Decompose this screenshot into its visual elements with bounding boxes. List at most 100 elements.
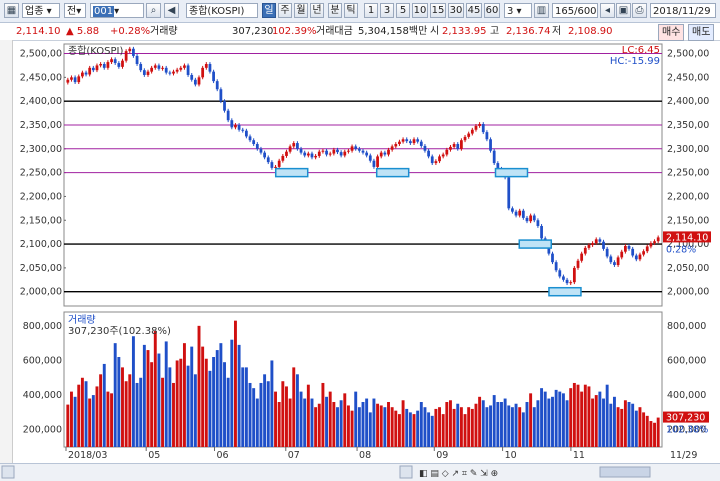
candle-body — [562, 276, 565, 280]
support-box-marker — [375, 167, 410, 178]
candle-body — [620, 251, 624, 258]
candle-body — [317, 151, 321, 156]
candle-body — [456, 144, 460, 149]
candle-body — [135, 55, 139, 65]
scroll-left-button[interactable] — [1, 465, 15, 479]
print-icon[interactable]: ⎙ — [632, 3, 647, 18]
multiplier-10-button[interactable]: 10 — [412, 3, 428, 18]
candle-body — [219, 89, 223, 102]
speaker-icon[interactable]: ◀ — [164, 3, 179, 18]
period-tick-button[interactable]: 틱 — [344, 3, 358, 18]
candle-body — [299, 148, 303, 153]
volume-bar — [631, 403, 635, 447]
candle-body — [565, 279, 569, 284]
candle-body — [146, 71, 150, 75]
multiplier-select-value: 3 — [507, 6, 514, 17]
low-value: 2,108.90 — [568, 26, 613, 37]
x-tick-label: 06 — [217, 450, 229, 461]
candle-body — [215, 81, 219, 90]
volume-bar — [503, 398, 507, 447]
volume-bar — [492, 395, 496, 447]
candle-body — [277, 160, 281, 167]
chart-area[interactable]: 2,500,00 2,500,00 2,450,00 2,450,00 2,400,00… — [0, 40, 720, 465]
volume-bar — [299, 391, 303, 447]
scroll-right-button[interactable] — [399, 465, 413, 479]
period-day-button[interactable]: 일 — [262, 3, 276, 18]
volume-bar — [110, 393, 114, 447]
price-tick-label-right: 2,350,00 — [667, 120, 709, 131]
candle-body — [270, 162, 274, 168]
type-select[interactable]: 업종 ▾ — [22, 3, 60, 18]
volume-bar — [623, 400, 627, 447]
volume-bar — [514, 403, 518, 447]
volume-bar — [241, 367, 245, 447]
volume-bar — [80, 377, 84, 447]
volume-bar — [518, 407, 522, 447]
chart-type-icon[interactable]: ▥ — [534, 3, 549, 18]
volume-bar — [547, 398, 551, 447]
price-tick-label-right: 2,400,00 — [667, 96, 709, 107]
multiplier-30-button[interactable]: 30 — [448, 3, 464, 18]
price-tick-label-left: 2,000,00 — [20, 287, 62, 298]
grid-icon[interactable]: ▦ — [4, 3, 19, 18]
volume-bar — [532, 407, 536, 447]
candle-body — [587, 245, 591, 248]
candle-body — [332, 149, 336, 154]
price-tick-label-left: 2,300,00 — [20, 144, 62, 155]
low-label: 저 — [552, 26, 562, 37]
save-icon[interactable]: ▣ — [616, 3, 631, 18]
price-tick-label-right: 2,500,00 — [667, 49, 709, 60]
candle-body — [532, 215, 536, 221]
prev-icon[interactable]: ◂ — [600, 3, 615, 18]
volume-bar — [190, 346, 194, 447]
candle-body — [201, 67, 205, 78]
volume-bar — [456, 403, 460, 447]
candle-body — [376, 156, 379, 167]
period-minute-button[interactable]: 분 — [328, 3, 342, 18]
candle-body — [525, 217, 529, 222]
candle-body — [314, 155, 318, 158]
search-icon[interactable]: ⌕ — [146, 3, 161, 18]
multiplier-3-button[interactable]: 3 — [380, 3, 394, 18]
volume-bar — [496, 402, 500, 447]
volume-bar — [583, 384, 587, 447]
volume-bar — [288, 398, 292, 447]
volume-bar — [500, 402, 503, 447]
volume-bar — [376, 403, 380, 447]
period-year-button[interactable]: 년 — [310, 3, 324, 18]
candle-body — [470, 129, 474, 134]
price-tick-label-left: 2,150,00 — [20, 215, 62, 226]
multiplier-15-button[interactable]: 15 — [430, 3, 446, 18]
multiplier-5-button[interactable]: 5 — [396, 3, 410, 18]
volume-bar — [285, 386, 288, 447]
code-input[interactable]: 001▾ — [90, 3, 144, 18]
toolbar: ▦ 업종 ▾ 전▾ 001▾ ⌕ ◀ 종합(KOSPI) 일 주 월 년 분 틱… — [0, 0, 720, 23]
candle-body — [368, 155, 372, 161]
multiplier-select[interactable]: 3 ▾ — [504, 3, 532, 18]
price-tick-label-left: 2,200,00 — [20, 191, 62, 202]
sell-button[interactable]: 매도 — [688, 24, 715, 41]
multiplier-1-button[interactable]: 1 — [364, 3, 378, 18]
zoom-icon[interactable]: ◧ ▤ ◇ ↗ ⌗ ✎ ⇲ ⊕ — [419, 469, 498, 479]
scroll-bar[interactable]: ◧ ▤ ◇ ↗ ⌗ ✎ ⇲ ⊕ — [0, 463, 720, 481]
volume-bar — [317, 403, 321, 447]
volume-bar — [379, 405, 383, 447]
price-tick-label-right: 2,150,00 — [667, 215, 709, 226]
period-week-button[interactable]: 주 — [278, 3, 292, 18]
multiplier-60-button[interactable]: 60 — [484, 3, 500, 18]
buy-button[interactable]: 매수 — [658, 24, 685, 41]
candle-body — [339, 152, 343, 156]
market-select[interactable]: 전▾ — [64, 3, 86, 18]
volume-value: 307,230 — [232, 26, 274, 37]
volume-bar — [423, 407, 427, 447]
candle-body — [460, 140, 463, 149]
period-month-button[interactable]: 월 — [294, 3, 308, 18]
scroll-thumb[interactable] — [599, 466, 651, 478]
volume-bar — [223, 362, 226, 447]
candle-body — [183, 65, 186, 68]
date-field[interactable]: 2018/11/29 — [650, 3, 716, 18]
candle-body — [204, 64, 208, 68]
count-field[interactable]: 165/600 — [552, 3, 598, 18]
multiplier-45-button[interactable]: 45 — [466, 3, 482, 18]
candle-body — [594, 239, 598, 244]
